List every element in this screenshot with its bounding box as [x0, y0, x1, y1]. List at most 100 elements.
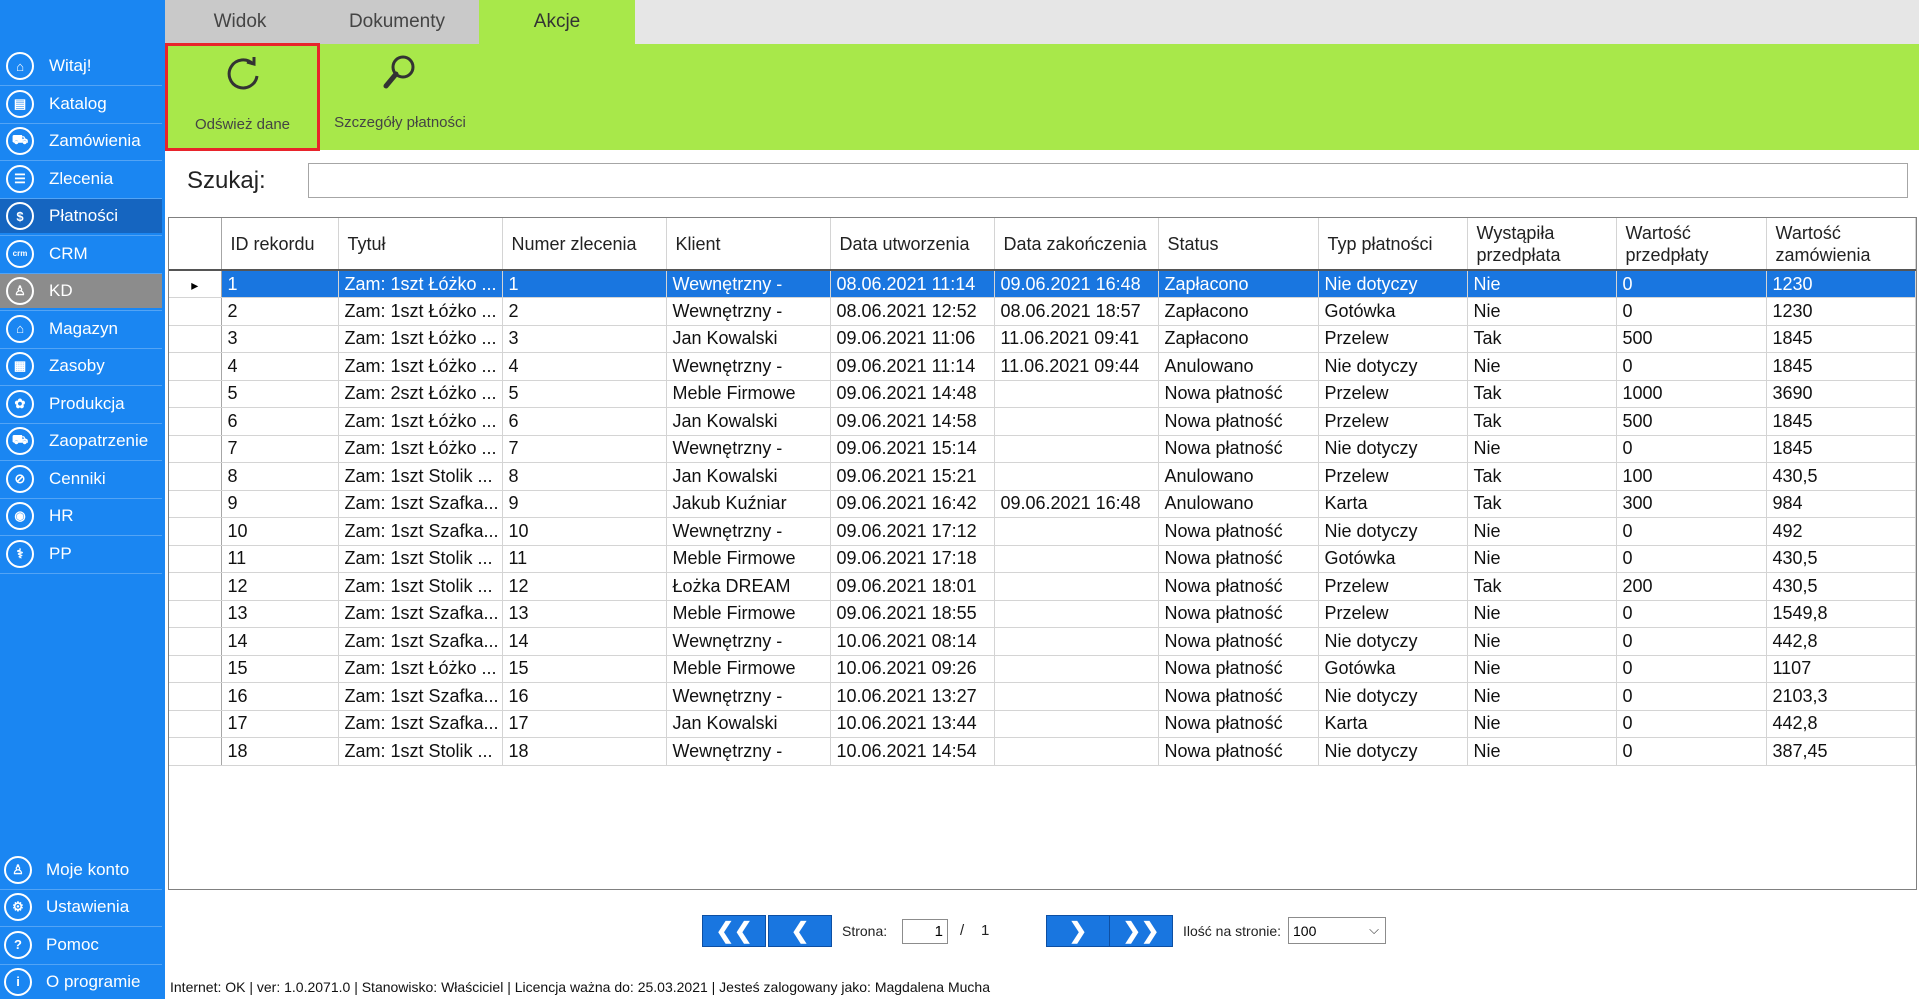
- table-row[interactable]: 3 Zam: 1szt Łóżko ... 3 Jan Kowalski 09.06.2…: [169, 325, 1916, 353]
- row-selector[interactable]: [169, 572, 222, 601]
- column-header[interactable]: Wartość przedpłaty: [1616, 218, 1767, 271]
- table-cell: [994, 572, 1159, 601]
- table-row[interactable]: 6 Zam: 1szt Łóżko ... 6 Jan Kowalski 09.06.2…: [169, 407, 1916, 436]
- row-selector[interactable]: ▸: [169, 270, 222, 298]
- row-selector[interactable]: [169, 517, 222, 546]
- table-cell: 09.06.2021 16:48: [994, 270, 1159, 298]
- table-cell: 10: [221, 517, 339, 546]
- sidebar-item-cenniki[interactable]: ⊘ Cenniki: [0, 462, 162, 496]
- table-cell: Nowa płatność: [1158, 572, 1319, 601]
- payment-details-button[interactable]: Szczegóły płatności: [325, 44, 475, 150]
- table-cell: Zam: 1szt Łóżko ...: [338, 325, 503, 353]
- column-header[interactable]: Numer zlecenia: [502, 218, 667, 271]
- row-selector[interactable]: [169, 325, 222, 353]
- first-page-button[interactable]: ❮❮: [702, 915, 766, 947]
- table-row[interactable]: 12 Zam: 1szt Stolik ... 12 Łożka DREAM 09.06…: [169, 572, 1916, 601]
- page-size-select[interactable]: 100 ⌵: [1288, 917, 1386, 944]
- tab-dokumenty[interactable]: Dokumenty: [315, 0, 479, 44]
- column-header[interactable]: Tytuł: [338, 218, 503, 271]
- table-row[interactable]: 17 Zam: 1szt Szafka... 17 Jan Kowalski 10.06…: [169, 710, 1916, 738]
- table-cell: Zam: 1szt Łóżko ...: [338, 407, 503, 436]
- table-cell: Nowa płatność: [1158, 380, 1319, 408]
- sidebar-item-produkcja[interactable]: ✿ Produkcja: [0, 387, 162, 421]
- sidebar-item-kd[interactable]: ♙ KD: [0, 274, 162, 308]
- table-cell: 1549,8: [1766, 600, 1916, 628]
- row-selector[interactable]: [169, 710, 222, 738]
- sidebar-item-witaj[interactable]: ⌂ Witaj!: [0, 49, 162, 83]
- column-header[interactable]: Wartość zamówienia: [1766, 218, 1916, 271]
- sidebar-item-zamowienia[interactable]: ⛟ Zamówienia: [0, 124, 162, 158]
- tab-bar: Widok Dokumenty Akcje: [165, 0, 1919, 44]
- sidebar-item-katalog[interactable]: ▤ Katalog: [0, 87, 162, 121]
- row-selector[interactable]: [169, 545, 222, 573]
- table-cell: 500: [1616, 407, 1767, 436]
- sidebar-item-platnosci[interactable]: $ Płatności: [0, 199, 162, 233]
- table-row[interactable]: 14 Zam: 1szt Szafka... 14 Wewnętrzny -10.06…: [169, 627, 1916, 656]
- table-row[interactable]: 8 Zam: 1szt Stolik ... 8 Jan Kowalski 09.06.…: [169, 462, 1916, 491]
- table-cell: 3690: [1766, 380, 1916, 408]
- table-row[interactable]: 15 Zam: 1szt Łóżko ... 15 Meble Firmowe 10.0…: [169, 655, 1916, 683]
- sidebar-item-zaopatrzenie[interactable]: ⛟ Zaopatrzenie: [0, 424, 162, 458]
- row-selector[interactable]: [169, 682, 222, 711]
- table-cell: 3: [221, 325, 339, 353]
- sidebar-item-hr[interactable]: ◉ HR: [0, 499, 162, 533]
- column-header[interactable]: Data zakończenia: [994, 218, 1159, 271]
- sidebar-item-zasoby[interactable]: ▦ Zasoby: [0, 349, 162, 383]
- sidebar-item-crm[interactable]: crm CRM: [0, 237, 162, 271]
- column-header[interactable]: Typ płatności: [1318, 218, 1468, 271]
- table-cell: Jan Kowalski: [666, 407, 831, 436]
- table-cell: 09.06.2021 15:21: [830, 462, 995, 491]
- page-number-input[interactable]: [902, 919, 948, 944]
- table-row[interactable]: 10 Zam: 1szt Szafka... 10 Wewnętrzny -09.06…: [169, 517, 1916, 546]
- table-row[interactable]: 18 Zam: 1szt Stolik ... 18 Wewnętrzny -10.0…: [169, 737, 1916, 766]
- row-selector[interactable]: [169, 655, 222, 683]
- column-header[interactable]: Klient: [666, 218, 831, 271]
- table-cell: 16: [502, 682, 667, 711]
- dollar-icon: $: [6, 202, 34, 230]
- sidebar-item-zlecenia[interactable]: ☰ Zlecenia: [0, 162, 162, 196]
- sidebar-item-pp[interactable]: ⚕ PP: [0, 537, 162, 571]
- column-header[interactable]: Data utworzenia: [830, 218, 995, 271]
- sidebar-item-o-programie[interactable]: i O programie: [0, 965, 162, 999]
- table-row[interactable]: 4 Zam: 1szt Łóżko ... 4 Wewnętrzny -09.06.2…: [169, 352, 1916, 381]
- tab-widok[interactable]: Widok: [165, 0, 315, 44]
- sidebar-item-magazyn[interactable]: ⌂ Magazyn: [0, 312, 162, 346]
- payments-grid: ID rekordu Tytuł Numer zlecenia Klient Data …: [168, 217, 1917, 890]
- table-cell: Zam: 1szt Stolik ...: [338, 462, 503, 491]
- table-row[interactable]: ▸ 1 Zam: 1szt Łóżko ... 1 Wewnętrzny -08.06.…: [169, 270, 1916, 298]
- column-header[interactable]: ID rekordu: [221, 218, 339, 271]
- row-selector[interactable]: [169, 435, 222, 463]
- row-selector[interactable]: [169, 462, 222, 491]
- sidebar-item-moje-konto[interactable]: ♙ Moje konto: [0, 853, 162, 887]
- table-row[interactable]: 2 Zam: 1szt Łóżko ... 2 Wewnętrzny -08.06.2…: [169, 297, 1916, 326]
- row-selector[interactable]: [169, 490, 222, 518]
- previous-page-button[interactable]: ❮: [768, 915, 832, 947]
- row-selector[interactable]: [169, 380, 222, 408]
- row-selector[interactable]: [169, 297, 222, 326]
- table-cell: Zam: 1szt Stolik ...: [338, 545, 503, 573]
- table-cell: Wewnętrzny -: [666, 517, 831, 546]
- table-row[interactable]: 16 Zam: 1szt Szafka... 16 Wewnętrzny -10.06…: [169, 682, 1916, 711]
- row-selector[interactable]: [169, 627, 222, 656]
- table-cell: Meble Firmowe: [666, 655, 831, 683]
- table-cell: [994, 545, 1159, 573]
- search-input[interactable]: [308, 163, 1908, 198]
- row-selector[interactable]: [169, 737, 222, 766]
- row-selector[interactable]: [169, 352, 222, 381]
- table-row[interactable]: 7 Zam: 1szt Łóżko ... 7 Wewnętrzny -09.06.2…: [169, 435, 1916, 463]
- refresh-data-button[interactable]: Odśwież dane: [165, 43, 320, 151]
- table-cell: Przelew: [1318, 572, 1468, 601]
- table-row[interactable]: 5 Zam: 2szt Łóżko ... 5 Meble Firmowe 09.06.…: [169, 380, 1916, 408]
- table-row[interactable]: 9 Zam: 1szt Szafka... 9 Jakub Kuźniar 09.06.…: [169, 490, 1916, 518]
- next-page-button[interactable]: ❯: [1046, 915, 1110, 947]
- table-cell: [994, 710, 1159, 738]
- row-selector[interactable]: [169, 600, 222, 628]
- last-page-button[interactable]: ❯❯: [1109, 915, 1173, 947]
- table-cell: 17: [221, 710, 339, 738]
- column-header[interactable]: Wystąpiła przedpłata: [1467, 218, 1617, 271]
- row-selector[interactable]: [169, 407, 222, 436]
- tab-akcje[interactable]: Akcje: [479, 0, 635, 44]
- column-header[interactable]: Status: [1158, 218, 1319, 271]
- table-row[interactable]: 13 Zam: 1szt Szafka... 13 Meble Firmowe 09.0…: [169, 600, 1916, 628]
- table-row[interactable]: 11 Zam: 1szt Stolik ... 11 Meble Firmowe 09.…: [169, 545, 1916, 573]
